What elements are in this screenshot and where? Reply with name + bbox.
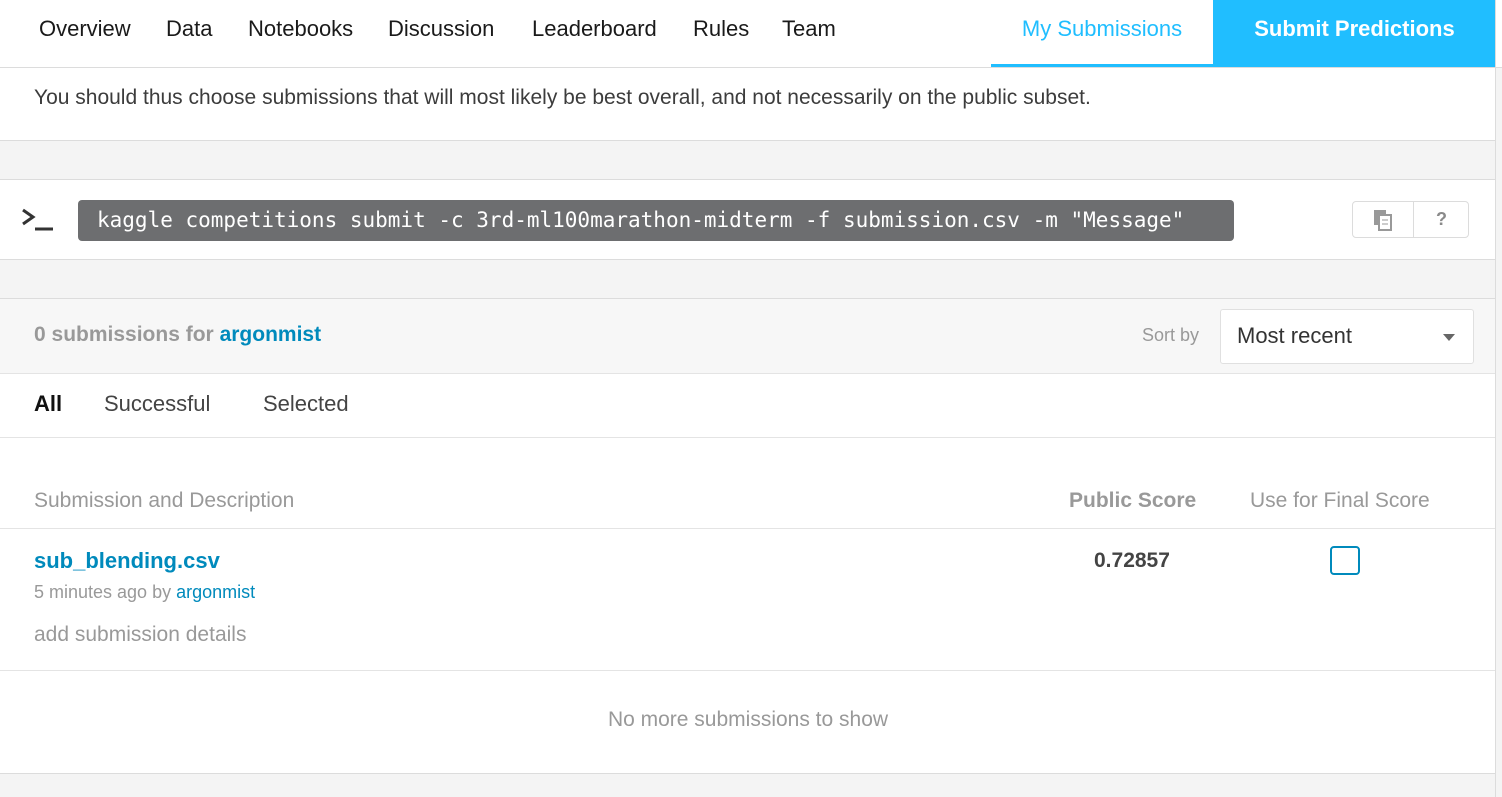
copy-icon: [1374, 209, 1392, 231]
use-for-final-checkbox[interactable]: [1330, 546, 1360, 575]
column-header-final-score: Use for Final Score: [1250, 489, 1430, 512]
top-nav: Overview Data Notebooks Discussion Leade…: [0, 0, 1502, 68]
submission-count: 0 submissions for argonmist: [34, 323, 322, 346]
terminal-icon: [22, 208, 53, 231]
tab-rules[interactable]: Rules: [693, 0, 749, 58]
submissions-card: 0 submissions for argonmist Sort by Most…: [0, 298, 1496, 774]
api-command-card: kaggle competitions submit -c 3rd-ml100m…: [0, 179, 1496, 260]
info-text: You should thus choose submissions that …: [34, 86, 1091, 109]
tab-data[interactable]: Data: [166, 0, 212, 58]
help-button[interactable]: ?: [1414, 202, 1469, 237]
add-details-link[interactable]: add submission details: [34, 623, 246, 647]
public-score: 0.72857: [1094, 549, 1170, 572]
submit-predictions-button[interactable]: Submit Predictions: [1213, 0, 1496, 67]
copy-command-button[interactable]: [1353, 202, 1414, 237]
tab-my-submissions[interactable]: My Submissions: [991, 0, 1213, 67]
tab-discussion[interactable]: Discussion: [388, 0, 494, 58]
sort-value: Most recent: [1237, 323, 1352, 348]
filter-all[interactable]: All: [34, 391, 62, 417]
tab-overview[interactable]: Overview: [39, 0, 131, 58]
filter-selected[interactable]: Selected: [263, 391, 349, 417]
chevron-down-icon: [1443, 334, 1455, 341]
submitter-link[interactable]: argonmist: [176, 582, 255, 602]
column-header-submission: Submission and Description: [34, 489, 295, 512]
sort-label: Sort by: [1142, 325, 1200, 345]
tab-team[interactable]: Team: [782, 0, 836, 58]
column-header-public-score[interactable]: Public Score: [1069, 489, 1196, 513]
submissions-header: 0 submissions for argonmist Sort by Most…: [0, 299, 1496, 374]
tab-notebooks[interactable]: Notebooks: [248, 0, 353, 58]
divider: [0, 528, 1496, 529]
tab-leaderboard[interactable]: Leaderboard: [532, 0, 657, 58]
page-border: [1495, 0, 1496, 797]
submission-file-link[interactable]: sub_blending.csv: [34, 548, 220, 574]
sort-select[interactable]: Most recent: [1220, 309, 1474, 364]
filter-successful[interactable]: Successful: [104, 391, 210, 417]
user-link[interactable]: argonmist: [220, 323, 322, 346]
submission-filters: All Successful Selected: [0, 374, 1496, 438]
submission-info-card: You should thus choose submissions that …: [0, 68, 1496, 141]
api-command[interactable]: kaggle competitions submit -c 3rd-ml100m…: [78, 200, 1234, 241]
command-actions: ?: [1352, 201, 1469, 238]
divider: [0, 670, 1496, 671]
no-more-submissions: No more submissions to show: [607, 708, 889, 731]
submission-meta: 5 minutes ago by argonmist: [34, 582, 256, 602]
